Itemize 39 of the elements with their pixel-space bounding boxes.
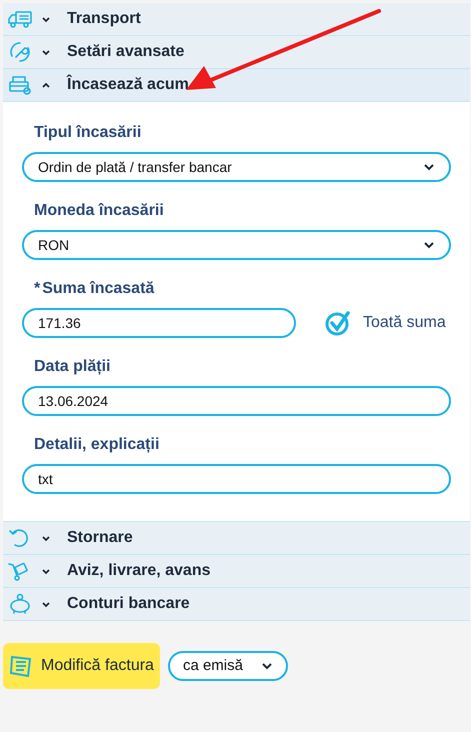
- edit-invoice-button[interactable]: Modifică factura: [3, 643, 160, 689]
- chevron-up-icon: [41, 81, 51, 89]
- section-header[interactable]: Încasează acum: [3, 69, 470, 102]
- chevron-down-icon: [41, 15, 51, 23]
- section-header[interactable]: Aviz, livrare, avans: [3, 555, 470, 588]
- section-title: Setări avansate: [67, 42, 184, 62]
- field-label: Data plății: [34, 357, 110, 377]
- input-field[interactable]: 13.06.2024: [22, 386, 451, 416]
- input-field[interactable]: txt: [22, 464, 451, 494]
- chevron-down-icon: [41, 48, 51, 56]
- chevron-down-icon: [41, 567, 51, 575]
- section-title: Transport: [67, 9, 141, 29]
- mode-dropdown[interactable]: ca emisă: [168, 651, 288, 681]
- section-header[interactable]: Setări avansate: [3, 36, 470, 69]
- chevron-down-icon: [41, 600, 51, 608]
- section-title: Stornare: [67, 528, 133, 548]
- dropdown-field[interactable]: Ordin de plată / transfer bancar: [22, 152, 451, 182]
- chevron-down-icon: [41, 534, 51, 542]
- required-mark: *: [34, 279, 40, 299]
- cash-register-icon: [7, 74, 33, 96]
- section-title: Încasează acum: [67, 74, 189, 95]
- chevron-down-icon: [423, 163, 435, 171]
- field-label: Tipul încasării: [34, 123, 142, 143]
- truck-icon: [7, 8, 33, 30]
- section-header[interactable]: Stornare: [3, 522, 470, 555]
- field-label: Suma încasată: [42, 279, 154, 299]
- field-label: Detalii, explicații: [34, 435, 160, 455]
- chevron-down-icon: [423, 241, 435, 249]
- dropdown-field[interactable]: RON: [22, 230, 451, 260]
- checkbox[interactable]: Toată suma: [325, 310, 446, 336]
- section-header[interactable]: Conturi bancare: [3, 588, 470, 621]
- section-title: Conturi bancare: [67, 594, 190, 614]
- field-label: Moneda încasării: [34, 201, 164, 221]
- section-header[interactable]: Transport: [3, 3, 470, 36]
- chevron-down-icon: [260, 662, 273, 670]
- wrench-icon: [7, 41, 33, 63]
- input-field[interactable]: 171.36: [22, 308, 296, 338]
- piggy-bank-icon: [7, 593, 33, 615]
- section-title: Aviz, livrare, avans: [67, 561, 210, 581]
